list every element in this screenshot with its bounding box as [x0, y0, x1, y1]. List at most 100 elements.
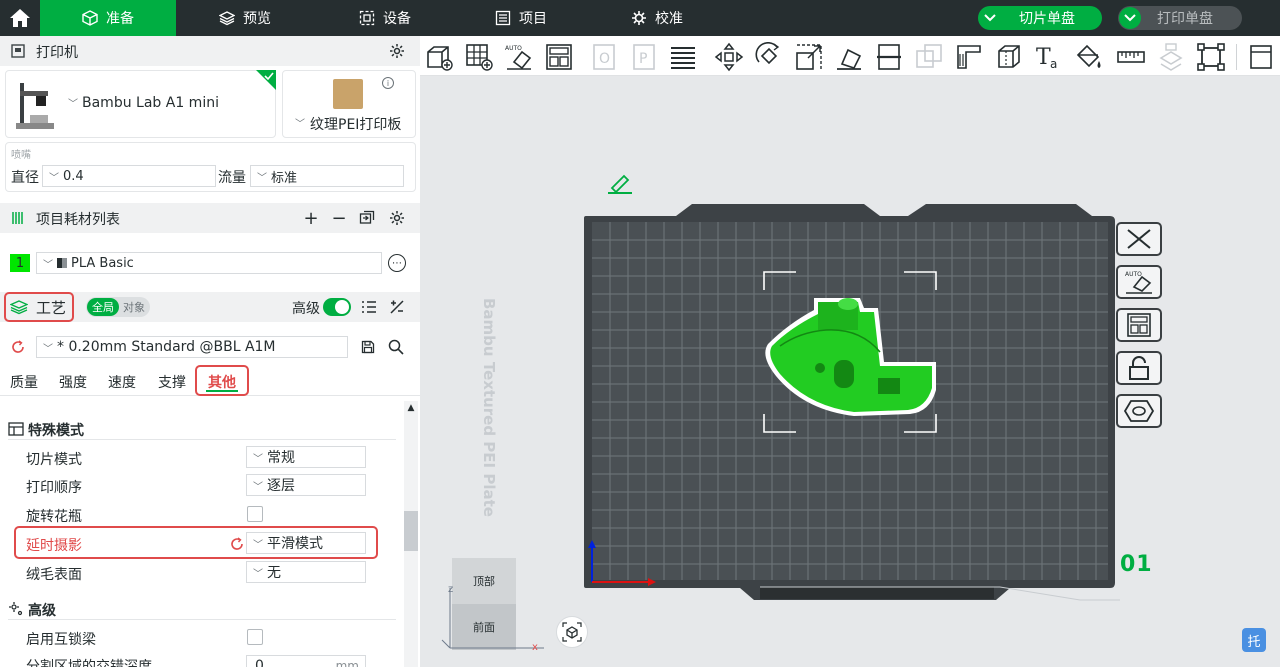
move-button[interactable] [712, 40, 746, 74]
tab-preview[interactable]: 预览 [200, 0, 290, 36]
printer-card[interactable]: ﹀ Bambu Lab A1 mini [5, 70, 276, 138]
3d-viewport[interactable]: Bambu Textured PEI Plate AUTO 01 顶部 前面 z… [420, 76, 1280, 667]
split-parts-icon: P [633, 44, 655, 70]
text-shape-button[interactable]: Ta [1032, 40, 1066, 74]
filament-more-icon[interactable]: ⋯ [388, 254, 406, 272]
corner-tray-badge[interactable]: 托 [1242, 628, 1266, 652]
auto-orient-plate-icon: AUTO [1125, 271, 1152, 294]
add-filament-plus-icon[interactable]: + [302, 208, 320, 229]
plate-arrange-button[interactable] [1116, 308, 1162, 342]
printer-settings-gear-icon[interactable] [388, 42, 406, 60]
plate-settings-button[interactable] [1116, 394, 1162, 428]
rotate-button[interactable] [752, 40, 786, 74]
axis-gizmo [588, 540, 656, 586]
svg-text:P: P [639, 51, 647, 67]
print-dropdown-chevron-icon[interactable] [1119, 7, 1141, 29]
plate-card[interactable]: i ﹀ 纹理PEI打印板 [282, 70, 416, 138]
add-object-button[interactable] [422, 40, 456, 74]
scale-button[interactable] [792, 40, 826, 74]
reset-camera-button[interactable] [556, 616, 588, 648]
plate-chevron-icon: ﹀ [295, 119, 305, 130]
global-object-toggle[interactable]: 全局 对象 [86, 297, 150, 317]
save-preset-icon[interactable] [359, 338, 377, 356]
lay-on-face-icon [837, 48, 862, 70]
tab-strength[interactable]: 强度 [59, 372, 87, 392]
fuzzy-skin-select[interactable]: ﹀ 无 [246, 561, 366, 583]
fit-view-button[interactable] [1194, 40, 1228, 74]
lay-on-face-button[interactable] [832, 40, 866, 74]
interlocking-beam-label: 启用互锁梁 [26, 632, 96, 648]
plate-lock-button[interactable] [1116, 351, 1162, 385]
interlock-depth-unit: mm [335, 659, 359, 667]
arrange-button[interactable] [542, 40, 576, 74]
seam-paint-button[interactable] [992, 40, 1026, 74]
cut-button[interactable] [872, 40, 906, 74]
print-sequence-select[interactable]: ﹀ 逐层 [246, 474, 366, 496]
compare-presets-icon[interactable] [388, 298, 406, 316]
toggle-global-option[interactable]: 全局 [87, 298, 119, 316]
toggle-object-option[interactable]: 对象 [119, 298, 149, 316]
filament-select[interactable]: ﹀ PLA Basic [36, 252, 382, 274]
tab-project-label: 项目 [519, 11, 547, 27]
tab-speed[interactable]: 速度 [108, 372, 136, 392]
settings-scrollbar-thumb[interactable] [404, 511, 418, 551]
delete-plate-button[interactable] [1116, 222, 1162, 256]
split-objects-button[interactable]: O [588, 40, 622, 74]
boolean-button[interactable] [912, 40, 946, 74]
tab-prepare[interactable]: 准备 [40, 0, 176, 36]
layers-editing-button[interactable] [666, 40, 700, 74]
plate-auto-orient-button[interactable]: AUTO [1116, 265, 1162, 299]
plate-info-icon[interactable]: i [382, 77, 394, 89]
frame-corners-icon [1197, 43, 1225, 71]
add-plate-button[interactable] [462, 40, 496, 74]
printer-icon [10, 43, 26, 59]
tab-quality[interactable]: 质量 [10, 372, 38, 392]
filament-settings-gear-icon[interactable] [388, 209, 406, 227]
boolean-icon [916, 44, 942, 68]
tab-device-label: 设备 [383, 11, 411, 27]
spiral-vase-checkbox[interactable] [247, 506, 263, 522]
print-plate-button[interactable]: 打印单盘 [1118, 6, 1242, 30]
sync-filament-icon[interactable] [358, 209, 376, 227]
process-preset-select[interactable]: ﹀ * 0.20mm Standard @BBL A1M [36, 336, 348, 358]
remove-filament-minus-icon[interactable]: − [330, 208, 348, 229]
advanced-switch[interactable] [323, 298, 351, 316]
tab-support[interactable]: 支撑 [158, 372, 186, 392]
edit-plate-name-pencil-icon[interactable] [606, 174, 634, 194]
assembly-button[interactable] [1154, 40, 1188, 74]
tab-calibrate[interactable]: 校准 [612, 0, 702, 36]
split-parts-button[interactable]: P [628, 40, 662, 74]
tab-preview-label: 预览 [243, 11, 271, 27]
support-paint-button[interactable] [952, 40, 986, 74]
fuzzy-skin-label: 绒毛表面 [26, 567, 82, 583]
scroll-up-arrow-icon[interactable]: ▲ [404, 401, 418, 415]
flow-select[interactable]: ﹀ 标准 [250, 165, 404, 187]
list-view-icon[interactable] [360, 298, 378, 316]
slice-dropdown-chevron-icon[interactable] [979, 7, 1001, 29]
filament-slot-badge[interactable]: 1 [10, 254, 30, 272]
process-title-highlight [4, 292, 74, 322]
interlocking-beam-checkbox[interactable] [247, 629, 263, 645]
view-cube-z-label: z [448, 584, 454, 595]
reset-preset-icon[interactable] [10, 339, 26, 355]
benchy-model[interactable] [760, 290, 942, 422]
filament-section-title: 项目耗材列表 [36, 212, 120, 228]
view-menu-button[interactable] [1244, 40, 1278, 74]
search-settings-icon[interactable] [387, 338, 405, 356]
tab-device[interactable]: 设备 [340, 0, 430, 36]
slice-mode-label: 切片模式 [26, 452, 82, 468]
slice-mode-select[interactable]: ﹀ 常规 [246, 446, 366, 468]
color-paint-button[interactable] [1072, 40, 1106, 74]
home-button[interactable] [0, 0, 40, 36]
filament-section-header: 项目耗材列表 + − [0, 203, 420, 233]
scale-icon [796, 44, 822, 70]
slice-plate-button[interactable]: 切片单盘 [978, 6, 1102, 30]
auto-orient-button[interactable]: AUTO [502, 40, 536, 74]
tab-calibrate-label: 校准 [655, 11, 683, 27]
slice-mode-chevron-icon: ﹀ [253, 453, 263, 465]
measure-button[interactable] [1114, 40, 1148, 74]
interlock-depth-input[interactable]: 0 mm [246, 655, 366, 667]
diameter-select[interactable]: ﹀ 0.4 [42, 165, 216, 187]
tab-project[interactable]: 项目 [476, 0, 566, 36]
advanced-divider [8, 619, 396, 620]
